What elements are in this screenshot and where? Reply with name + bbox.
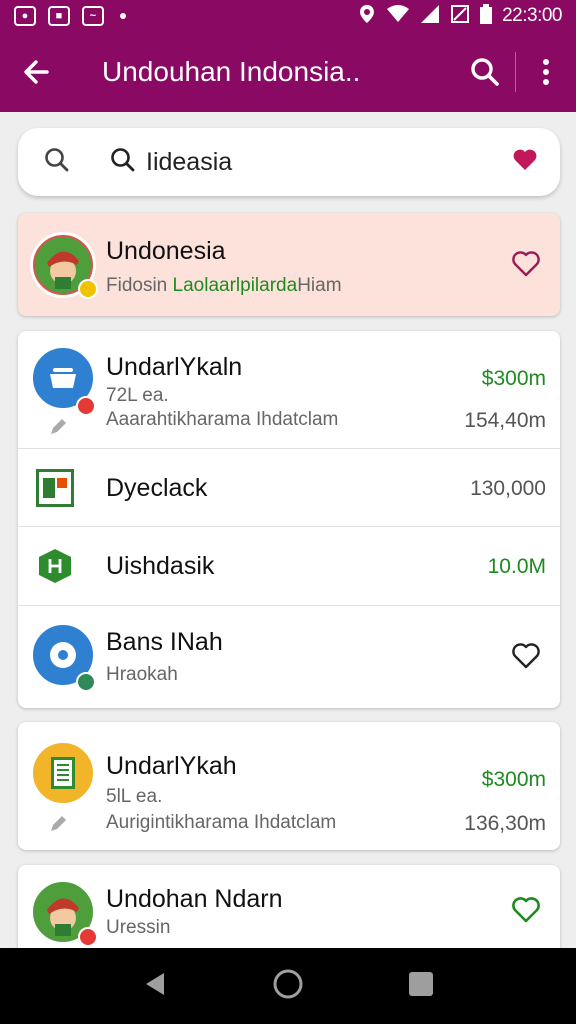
- list-item[interactable]: UndarlYkah 5lL ea. Aurigintikharama Ihda…: [18, 722, 560, 850]
- notification-chart-icon: ~: [82, 6, 104, 26]
- nav-home-button[interactable]: [272, 968, 304, 1005]
- favorite-heart-icon[interactable]: [512, 148, 538, 177]
- search-input[interactable]: Iideasia: [146, 148, 512, 177]
- list-card: UndarlYkaln 72L ea. Aaarahtikharama Ihda…: [18, 331, 560, 708]
- subtitle-prefix: Fidosin: [106, 275, 168, 296]
- favorite-heart-icon[interactable]: [512, 251, 540, 282]
- arrow-back-icon: [24, 60, 49, 84]
- status-badge: [76, 672, 96, 692]
- status-badge: [78, 927, 98, 947]
- item-title: Uishdasik: [106, 552, 215, 580]
- favorite-heart-icon[interactable]: [512, 643, 540, 674]
- status-bar: ● ■ ~ 22:3:00: [0, 0, 576, 32]
- error-badge: [76, 396, 96, 416]
- list-card: Undohan Ndarn Uressin: [18, 865, 560, 960]
- search-query-icon: [110, 147, 136, 178]
- edit-icon[interactable]: [48, 417, 68, 442]
- subtitle-suffix: Hiam: [297, 275, 342, 296]
- search-button[interactable]: [455, 32, 515, 112]
- notification-photo-icon: ■: [48, 6, 70, 26]
- signal-icon: [420, 4, 440, 29]
- more-vert-icon: [543, 59, 549, 85]
- item-amount: 130,000: [470, 477, 546, 500]
- list-item[interactable]: Uishdasik 10.0M: [18, 527, 560, 606]
- system-nav-bar: [0, 948, 576, 1024]
- search-icon: [471, 58, 499, 86]
- item-title: UndarlYkah: [106, 752, 237, 780]
- list-item[interactable]: Undonesia Fidosin LaolaarlpilardaHiam: [18, 213, 560, 316]
- search-icon: [44, 147, 70, 178]
- nav-recents-button[interactable]: [408, 971, 434, 1002]
- item-title: Dyeclack: [106, 474, 208, 502]
- subtitle-highlight: Laolaarlpilarda: [172, 275, 298, 296]
- item-title: Undonesia: [106, 237, 226, 265]
- battery-icon: [480, 3, 493, 29]
- wifi-icon: [386, 4, 410, 28]
- back-button[interactable]: [0, 32, 72, 112]
- list-card: UndarlYkah 5lL ea. Aurigintikharama Ihda…: [18, 722, 560, 850]
- item-title: Undohan Ndarn: [106, 885, 283, 913]
- green-cube-icon: [36, 547, 74, 585]
- notification-app-icon: ●: [14, 6, 36, 26]
- document-icon: [51, 757, 75, 789]
- favorite-heart-icon[interactable]: [512, 897, 540, 928]
- list-item[interactable]: Undohan Ndarn Uressin: [18, 865, 560, 960]
- item-description: Aurigintikharama Ihdatclam: [106, 812, 337, 833]
- circle-home-icon: [273, 969, 303, 998]
- location-icon: [358, 4, 376, 29]
- item-subtitle: Hraokah: [106, 664, 178, 685]
- list-item[interactable]: Dyeclack 130,000: [18, 449, 560, 527]
- status-time: 22:3:00: [502, 5, 562, 26]
- item-total: 136,30m: [464, 812, 546, 835]
- avatar: [30, 740, 96, 806]
- item-quantity: 72L ea.: [106, 385, 169, 406]
- item-amount: 10.0M: [487, 555, 546, 578]
- nav-back-button[interactable]: [142, 970, 168, 1003]
- square-recents-icon: [409, 971, 433, 996]
- status-badge: [78, 279, 98, 299]
- search-bar[interactable]: Iideasia: [18, 128, 560, 196]
- edit-icon[interactable]: [48, 814, 68, 839]
- item-subtitle: Fidosin LaolaarlpilardaHiam: [106, 275, 342, 297]
- item-title: Bans INah: [106, 628, 223, 656]
- featured-card[interactable]: Undonesia Fidosin LaolaarlpilardaHiam: [18, 213, 560, 316]
- more-notifications-dot-icon: [120, 13, 126, 19]
- page-title: Undouhan Indonsia..: [102, 56, 361, 87]
- list-item[interactable]: Bans INah Hraokah: [18, 606, 560, 706]
- item-quantity: 5lL ea.: [106, 786, 163, 807]
- list-item[interactable]: UndarlYkaln 72L ea. Aaarahtikharama Ihda…: [18, 331, 560, 449]
- item-total: 154,40m: [464, 409, 546, 432]
- data-icon: [450, 4, 470, 29]
- item-title: UndarlYkaln: [106, 353, 243, 381]
- ledger-icon: [36, 469, 74, 507]
- triangle-back-icon: [146, 972, 164, 995]
- item-price: $300m: [481, 768, 546, 791]
- item-description: Aaarahtikharama Ihdatclam: [106, 409, 339, 430]
- overflow-menu-button[interactable]: [516, 32, 576, 112]
- app-bar: Undouhan Indonsia..: [0, 32, 576, 112]
- item-subtitle: Uressin: [106, 917, 171, 938]
- item-price: $300m: [481, 367, 546, 390]
